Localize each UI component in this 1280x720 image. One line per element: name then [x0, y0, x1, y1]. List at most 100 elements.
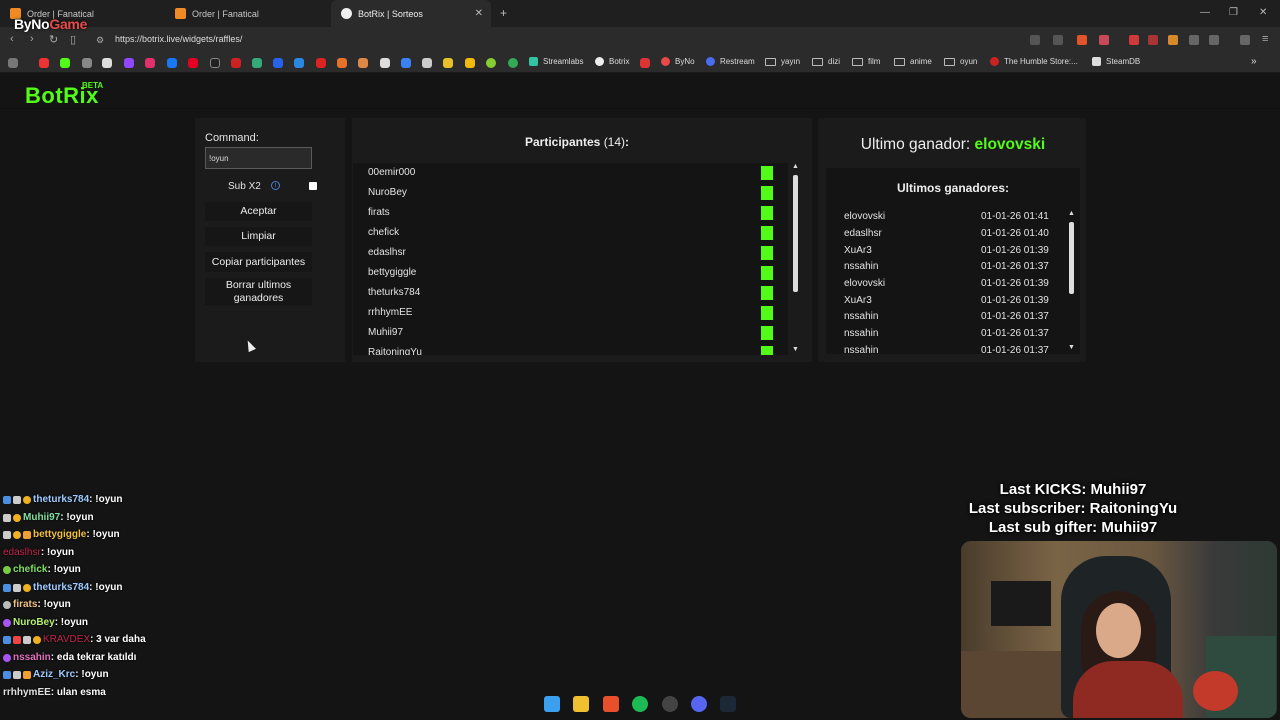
bookmark-folder[interactable]: film — [852, 57, 880, 66]
maximize-icon[interactable]: ❐ — [1229, 7, 1238, 18]
url-field[interactable]: https://botrix.live/widgets/raffles/ — [115, 34, 242, 44]
winner-name: edaslhsr — [844, 228, 882, 239]
chat-text: : !oyun — [40, 547, 75, 558]
brave-rewards-icon[interactable] — [1099, 35, 1109, 45]
scroll-up-icon[interactable]: ▲ — [792, 163, 799, 170]
bookmark-icon[interactable]: ▯ — [70, 33, 76, 46]
reload-icon[interactable]: ↻ — [49, 33, 58, 46]
back-icon[interactable]: ‹ — [10, 33, 14, 45]
scroll-down-icon[interactable]: ▼ — [792, 346, 799, 353]
bookmark-icon[interactable] — [486, 58, 496, 68]
participants-title-label: Participantes — [524, 135, 601, 149]
browser-tab[interactable]: Order | Fanatical — [165, 0, 330, 27]
discord-icon[interactable] — [691, 696, 707, 712]
site-settings-icon[interactable]: ⚙ — [96, 35, 104, 46]
bookmark-icon[interactable] — [252, 58, 262, 68]
sidebar-icon[interactable] — [1209, 35, 1219, 45]
kick-icon[interactable] — [60, 58, 70, 68]
bookmark-steamdb[interactable]: SteamDB — [1092, 57, 1140, 66]
folder-icon — [852, 57, 863, 66]
extension-icon[interactable] — [1148, 35, 1158, 45]
chat-username: NuroBey — [13, 617, 55, 628]
chat-username: chefick — [13, 564, 48, 575]
extensions-icon[interactable] — [1189, 35, 1199, 45]
bookmark-botrix[interactable]: Botrix — [595, 57, 629, 66]
botrix-icon — [595, 57, 604, 66]
app-icon[interactable] — [662, 696, 678, 712]
scroll-up-icon[interactable]: ▲ — [1068, 210, 1075, 217]
browser-tab-bar: Order | Fanatical Order | Fanatical BotR… — [0, 0, 1280, 27]
bookmark-icon[interactable] — [508, 58, 518, 68]
bookmark-icon[interactable] — [465, 58, 475, 68]
youtube-icon[interactable] — [39, 58, 49, 68]
stream-logo-overlay: ByNoGame — [14, 16, 87, 32]
new-tab-button[interactable]: + — [500, 6, 507, 20]
bookmark-folder[interactable]: yayın — [765, 57, 800, 66]
extension-icon[interactable] — [1129, 35, 1139, 45]
close-tab-icon[interactable]: ✕ — [475, 8, 483, 19]
bookmark-streamlabs[interactable]: Streamlabs — [529, 57, 583, 66]
bookmark-icon[interactable] — [273, 58, 283, 68]
last-kicks-alert: Last KICKS: Muhii97 — [999, 481, 1147, 498]
file-explorer-icon[interactable] — [573, 696, 589, 712]
bookmark-icon[interactable] — [422, 58, 432, 68]
instagram-icon[interactable] — [145, 58, 155, 68]
spotify-icon[interactable] — [632, 696, 648, 712]
bookmark-folder[interactable]: dizi — [812, 57, 840, 66]
close-window-icon[interactable]: ✕ — [1259, 7, 1267, 18]
bookmark-icon[interactable] — [316, 58, 326, 68]
clear-button[interactable]: Limpiar — [205, 227, 312, 246]
facebook-icon[interactable] — [167, 58, 177, 68]
copy-participants-button[interactable]: Copiar participantes — [205, 252, 312, 272]
bookmark-byno[interactable]: ByNo — [661, 57, 695, 66]
apps-icon[interactable] — [8, 58, 18, 68]
extension-icon[interactable] — [1168, 35, 1178, 45]
amazon-icon[interactable] — [380, 58, 390, 68]
participants-count: (14) — [603, 135, 626, 149]
sub-x2-checkbox[interactable] — [309, 182, 317, 190]
chat-text: : !oyun — [89, 494, 123, 505]
minimize-icon[interactable]: — — [1200, 7, 1210, 18]
chat-text: : 3 var daha — [90, 634, 146, 645]
twitch-icon[interactable] — [124, 58, 134, 68]
scroll-down-icon[interactable]: ▼ — [1068, 344, 1075, 351]
info-icon[interactable]: i — [271, 181, 280, 190]
command-input[interactable] — [205, 147, 312, 169]
menu-icon[interactable]: ≡ — [1262, 33, 1268, 45]
accept-button[interactable]: Aceptar — [205, 202, 312, 221]
share-icon[interactable] — [1053, 35, 1063, 45]
x-icon[interactable] — [102, 58, 112, 68]
participants-scrollbar[interactable] — [793, 175, 798, 292]
chat-message: bettygiggle : !oyun — [3, 529, 120, 540]
bookmark-label: yayın — [781, 57, 801, 66]
bookmark-humble[interactable]: The Humble Store:... — [990, 57, 1078, 66]
bookmark-restream[interactable]: Restream — [706, 57, 755, 66]
bookmark-icon[interactable] — [82, 58, 92, 68]
pinterest-icon[interactable] — [188, 58, 198, 68]
forward-icon[interactable]: › — [30, 33, 34, 45]
brave-shield-icon[interactable] — [1077, 35, 1087, 45]
steam-icon[interactable] — [720, 696, 736, 712]
participants-list[interactable]: 00emir000 NuroBey firats chefick edaslhs… — [353, 163, 788, 355]
more-bookmarks-icon[interactable]: » — [1251, 56, 1257, 67]
winner-name: nssahin — [844, 261, 879, 272]
brave-browser-icon[interactable] — [603, 696, 619, 712]
translate-icon[interactable] — [1030, 35, 1040, 45]
bookmark-icon[interactable] — [231, 58, 241, 68]
bookmark-icon[interactable] — [443, 58, 453, 68]
leo-icon[interactable] — [1240, 35, 1250, 45]
tiktok-icon[interactable] — [210, 58, 220, 68]
bookmark-icon[interactable] — [337, 58, 347, 68]
winner-date: 01-01-26 01:37 — [981, 261, 1049, 272]
winners-scrollbar[interactable] — [1069, 222, 1074, 294]
windows-start-icon[interactable] — [544, 696, 560, 712]
bookmark-folder[interactable]: oyun — [944, 57, 977, 66]
browser-tab-active[interactable]: BotRix | Sorteos ✕ — [331, 0, 491, 27]
chat-message: NuroBey : !oyun — [3, 617, 88, 628]
bookmark-icon[interactable] — [401, 58, 411, 68]
bookmark-folder[interactable]: anime — [894, 57, 932, 66]
bookmark-icon[interactable] — [294, 58, 304, 68]
bookmark-icon[interactable] — [640, 58, 650, 68]
delete-winners-button[interactable]: Borrar ultimos ganadores — [205, 278, 312, 305]
bookmark-icon[interactable] — [358, 58, 368, 68]
